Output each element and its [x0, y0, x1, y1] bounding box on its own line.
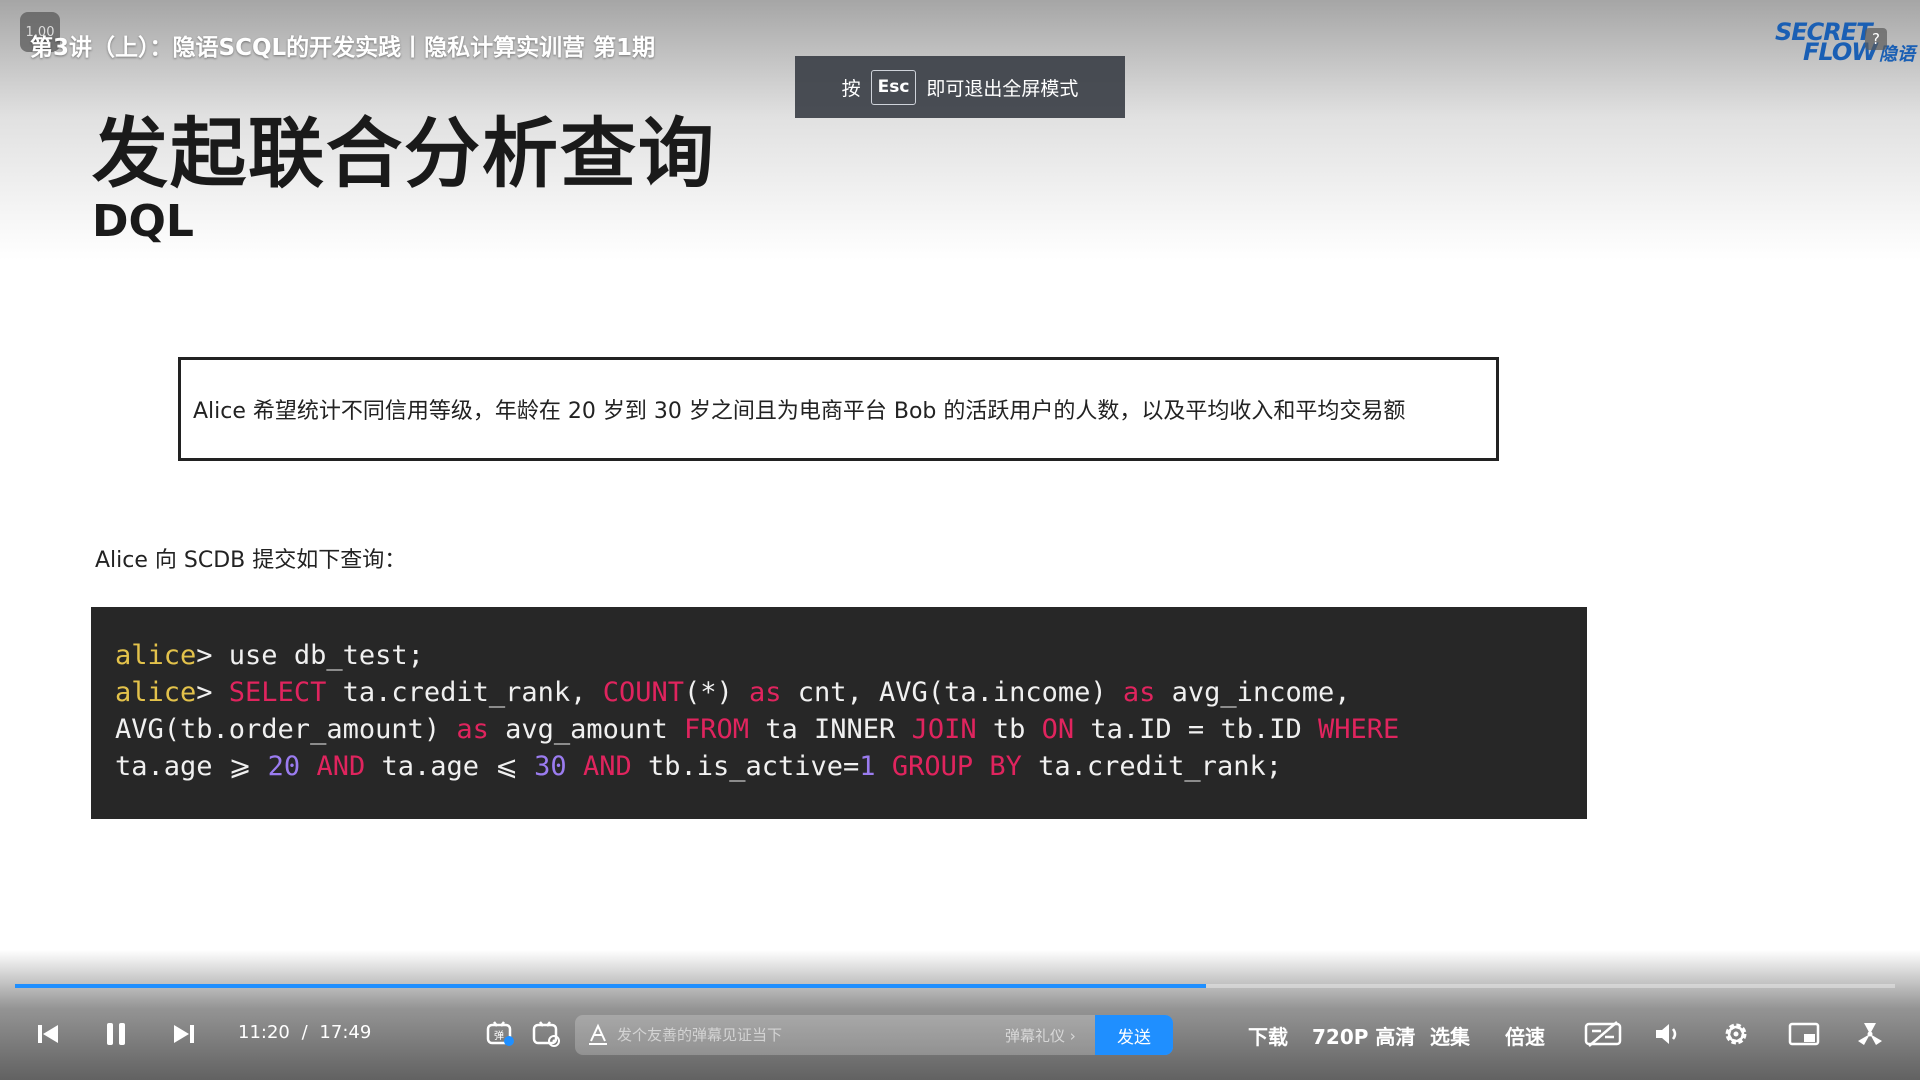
code-token: 20	[267, 751, 301, 782]
secretflow-logo: SECRET FLOW 隐语 ?	[1775, 18, 1915, 66]
danmaku-input[interactable]	[617, 1015, 997, 1055]
speed-button[interactable]: 倍速	[1505, 1021, 1545, 1050]
code-token: AND	[316, 751, 366, 782]
code-token: JOIN	[911, 714, 977, 745]
code-token: ta.age ⩾	[115, 751, 268, 782]
progress-bar[interactable]	[15, 984, 1895, 988]
submit-query-label: Alice 向 SCDB 提交如下查询：	[95, 548, 407, 573]
playback-time: 11:20 / 17:49	[238, 1022, 371, 1043]
download-button[interactable]: 下载	[1248, 1021, 1288, 1050]
code-token: as	[456, 714, 489, 745]
code-token: 30	[534, 751, 567, 782]
code-token: 1	[859, 751, 876, 782]
code-token: GROUP BY	[891, 751, 1022, 782]
code-line: ta.age ⩾ 20 AND ta.age ⩽ 30 AND tb.is_ac…	[115, 748, 1587, 785]
fullscreen-exit-icon[interactable]	[1852, 1016, 1888, 1052]
video-title: 第3讲（上）：隐语SCQL的开发实践丨隐私计算实训营 第1期	[30, 35, 656, 61]
code-token: ta.ID = tb.ID	[1074, 714, 1318, 745]
code-token: AVG(tb.order_amount)	[115, 714, 457, 745]
question-text: Alice 希望统计不同信用等级，年龄在 20 岁到 30 岁之间且为电商平台 …	[193, 399, 1406, 424]
code-token: ta.credit_rank,	[326, 677, 603, 708]
exit-fullscreen-toast: 按 Esc 即可退出全屏模式	[795, 56, 1125, 118]
danmaku-etiquette-link[interactable]: 弹幕礼仪 ›	[1005, 1025, 1076, 1046]
code-token: COUNT	[602, 677, 684, 708]
current-time: 11:20	[238, 1022, 290, 1043]
danmaku-style-icon[interactable]	[587, 1023, 609, 1045]
code-token: alice	[115, 640, 197, 671]
code-token: as	[749, 677, 782, 708]
volume-icon[interactable]	[1650, 1016, 1686, 1052]
time-separator: /	[301, 1022, 308, 1043]
code-token: WHERE	[1317, 714, 1400, 745]
esc-key-badge: Esc	[870, 69, 917, 105]
episodes-button[interactable]: 选集	[1430, 1021, 1470, 1050]
quality-button[interactable]: 720P 高清	[1312, 1021, 1415, 1050]
code-token: tb	[976, 714, 1042, 745]
next-icon[interactable]	[166, 1016, 202, 1052]
picture-in-picture-icon[interactable]	[1786, 1016, 1822, 1052]
code-token: ta.age ⩽	[365, 751, 535, 782]
slide-title: 发起联合分析查询	[92, 109, 716, 198]
code-token: (*)	[683, 677, 749, 708]
code-line: AVG(tb.order_amount) as avg_amount FROM …	[115, 711, 1587, 748]
code-token: SELECT	[228, 677, 327, 708]
code-token: alice	[115, 677, 197, 708]
code-token: ta.credit_rank;	[1021, 751, 1282, 782]
total-time: 17:49	[319, 1022, 372, 1043]
send-danmaku-button[interactable]: 发送	[1095, 1015, 1173, 1055]
toast-suffix: 即可退出全屏模式	[926, 77, 1079, 100]
toast-prefix: 按	[841, 77, 861, 100]
code-token: as	[1122, 677, 1156, 708]
code-token: AND	[582, 751, 632, 782]
code-token: > use db_test;	[196, 640, 424, 671]
settings-gear-icon[interactable]	[1718, 1016, 1754, 1052]
code-token: ta INNER	[749, 714, 912, 745]
slide-subtitle: DQL	[92, 196, 194, 247]
subtitle-off-icon[interactable]	[1582, 1016, 1624, 1052]
danmaku-bar: 弹幕礼仪 › 发送	[575, 1015, 1173, 1055]
question-box: Alice 希望统计不同信用等级，年龄在 20 岁到 30 岁之间且为电商平台 …	[178, 357, 1499, 461]
sql-code-block: alice> use db_test; alice> SELECT ta.cred…	[91, 607, 1587, 819]
danmaku-settings-icon[interactable]	[528, 1016, 564, 1052]
video-frame[interactable]: 1.00 第3讲（上）：隐语SCQL的开发实践丨隐私计算实训营 第1期 SECR…	[0, 0, 1920, 1080]
code-token: avg_amount	[488, 714, 684, 745]
progress-played	[15, 984, 1206, 988]
pause-icon[interactable]	[98, 1016, 134, 1052]
code-token: avg_income,	[1155, 677, 1351, 708]
svg-text:弹: 弹	[494, 1029, 504, 1042]
code-token: FROM	[683, 714, 749, 745]
code-token: ON	[1041, 714, 1075, 745]
previous-icon[interactable]	[30, 1016, 66, 1052]
code-token: >	[196, 677, 229, 708]
code-line: alice> SELECT ta.credit_rank, COUNT(*) a…	[115, 674, 1587, 711]
help-icon[interactable]: ?	[1865, 28, 1887, 50]
code-token: cnt, AVG(ta.income)	[781, 677, 1123, 708]
code-line: alice> use db_test;	[115, 637, 1587, 674]
danmaku-toggle-icon[interactable]: 弹	[482, 1016, 518, 1052]
code-token: tb.is_active=	[631, 751, 860, 782]
